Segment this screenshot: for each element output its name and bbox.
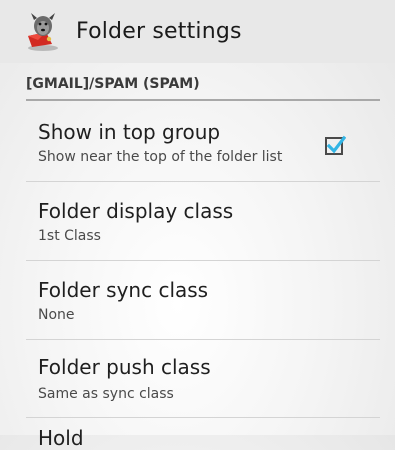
pref-summary: 1st Class — [38, 228, 101, 244]
app-icon[interactable] — [22, 12, 64, 52]
pref-folder-display-class[interactable]: Folder display class 1st Class — [0, 182, 395, 260]
pref-title: Show in top group — [38, 120, 221, 144]
pref-summary: Show near the top of the folder list — [38, 149, 283, 165]
show-in-top-group-checkbox[interactable] — [324, 134, 347, 156]
list-divider — [26, 417, 380, 418]
k9-dog-icon — [28, 13, 58, 51]
pref-partial-title[interactable]: Hold — [38, 426, 84, 450]
pref-folder-sync-class[interactable]: Folder sync class None — [0, 261, 395, 339]
pref-title: Folder push class — [38, 355, 211, 379]
action-bar: Folder settings — [0, 0, 395, 63]
folder-category-header: [GMAIL]/SPAM (SPAM) — [26, 76, 200, 92]
pref-folder-push-class[interactable]: Folder push class Same as sync class — [0, 340, 395, 418]
pref-title: Folder display class — [38, 199, 234, 223]
category-divider — [26, 99, 380, 101]
pref-summary: None — [38, 307, 75, 323]
page-title: Folder settings — [76, 19, 242, 44]
pref-title: Folder sync class — [38, 278, 209, 302]
pref-summary: Same as sync class — [38, 386, 174, 402]
checkbox-checked-icon — [325, 135, 347, 155]
